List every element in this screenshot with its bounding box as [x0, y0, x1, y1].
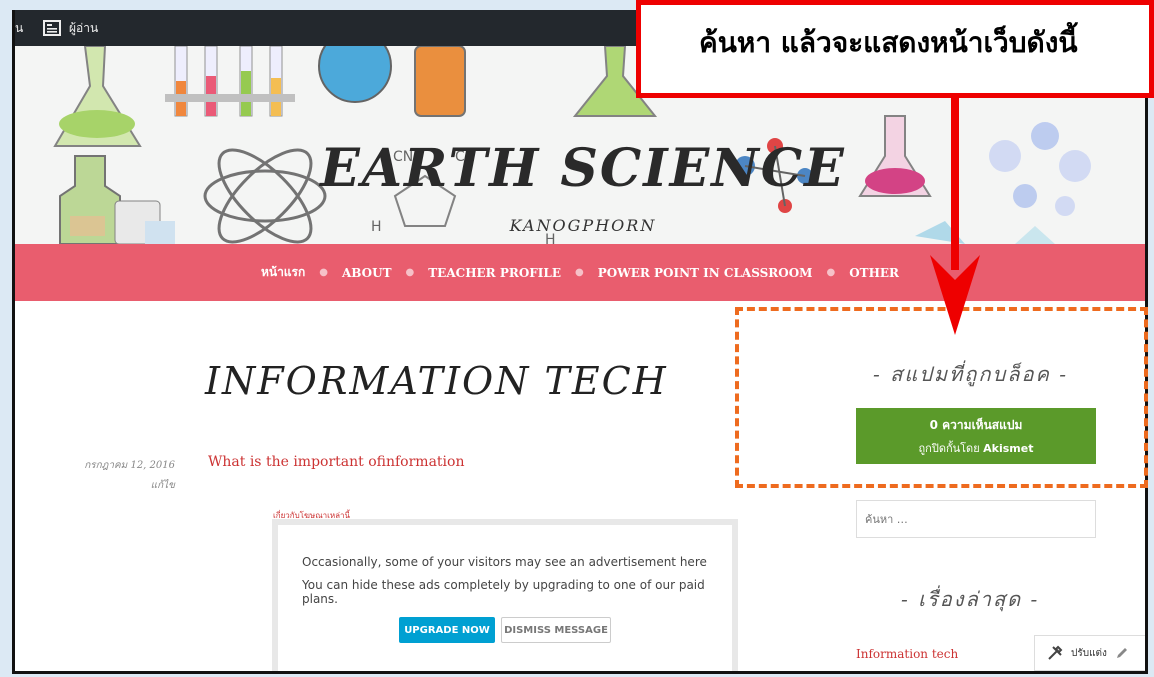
page-title: INFORMATION TECH — [205, 359, 668, 403]
customize-button[interactable]: ปรับแต่ง — [1034, 635, 1145, 671]
nav-item-home[interactable]: หน้าแรก — [261, 263, 305, 282]
nav-item-about[interactable]: ABOUT — [342, 266, 392, 280]
annotation-callout: ค้นหา แล้วจะแสดงหน้าเว็บดังนี้ — [636, 0, 1154, 98]
pencil-icon — [1116, 648, 1127, 658]
nav-item-teacher-profile[interactable]: TEACHER PROFILE — [428, 266, 561, 280]
ad-notice-line1: Occasionally, some of your visitors may … — [302, 555, 707, 569]
customize-label: ปรับแต่ง — [1071, 647, 1107, 659]
recent-post-link[interactable]: Information tech — [856, 647, 958, 661]
edit-link[interactable]: แก้ไข — [75, 478, 175, 493]
callout-text: ค้นหา แล้วจะแสดงหน้าเว็บดังนี้ — [699, 26, 1078, 59]
upgrade-now-button[interactable]: UPGRADE NOW — [399, 617, 495, 643]
ad-notice-line2: You can hide these ads completely by upg… — [302, 578, 705, 606]
nav-separator: ● — [575, 267, 584, 278]
nav-separator: ● — [826, 267, 836, 278]
reader-icon — [43, 20, 61, 36]
red-arrow-icon — [930, 95, 980, 335]
admin-bar-fragment[interactable]: น — [15, 10, 23, 46]
recent-posts-title: - เรื่องล่าสุด - — [901, 587, 1040, 611]
ad-notice-box: Occasionally, some of your visitors may … — [272, 519, 738, 671]
nav-separator: ● — [405, 267, 415, 278]
post-date[interactable]: กรกฎาคม 12, 2016 — [75, 458, 175, 473]
admin-bar-reader[interactable]: ผู้อ่าน — [43, 10, 98, 46]
nav-item-power-point[interactable]: POWER POINT IN CLASSROOM — [598, 266, 813, 280]
search-input[interactable] — [856, 500, 1096, 538]
dismiss-message-button[interactable]: DISMISS MESSAGE — [501, 617, 611, 643]
nav-separator: ● — [319, 267, 328, 278]
post-link[interactable]: What is the important ofinformation — [208, 454, 464, 470]
tools-icon — [1048, 645, 1063, 660]
nav-item-other[interactable]: OTHER — [849, 266, 899, 280]
reader-label: ผู้อ่าน — [69, 20, 99, 35]
